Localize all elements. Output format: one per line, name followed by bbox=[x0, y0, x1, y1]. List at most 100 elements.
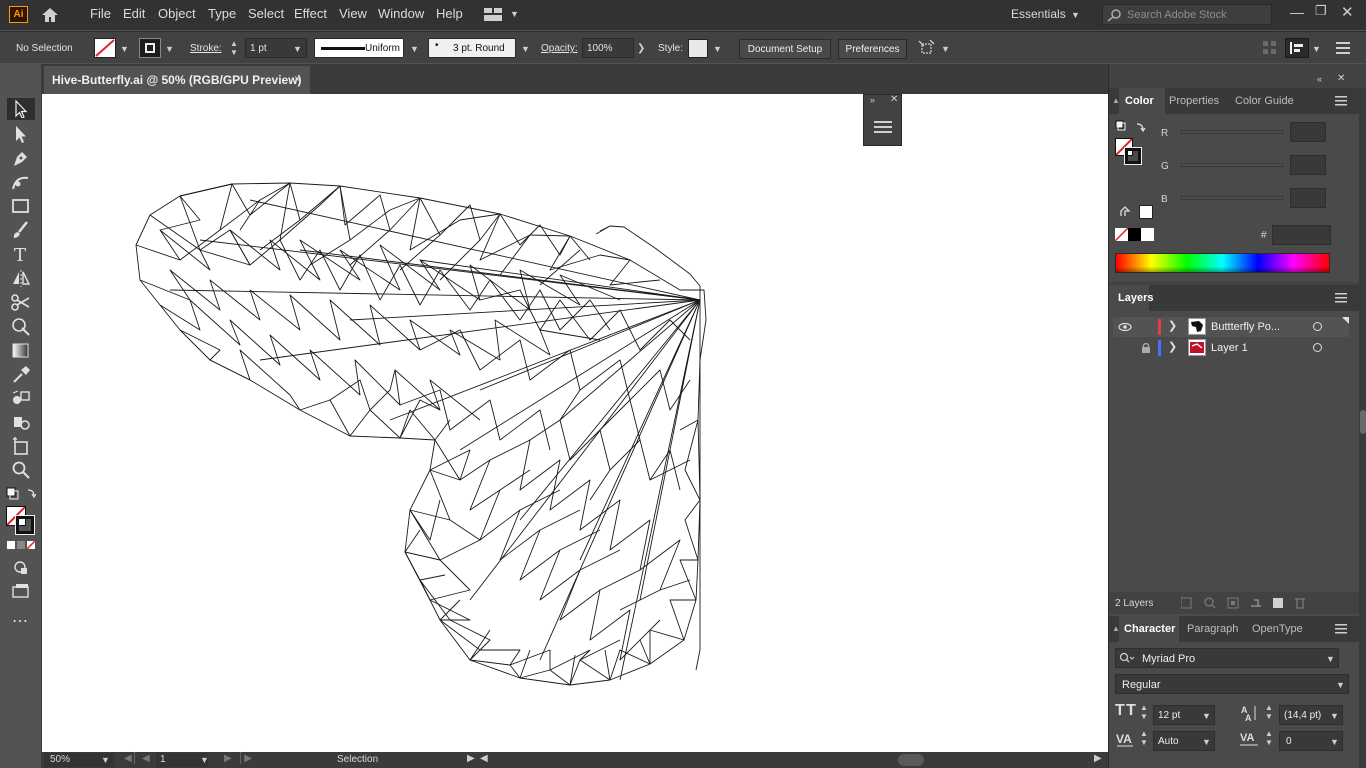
direct-selection-tool[interactable] bbox=[10, 124, 32, 144]
green-slider[interactable] bbox=[1181, 163, 1283, 167]
tracking-stepper[interactable]: ▲ ▼ bbox=[1265, 729, 1273, 747]
tracking-field[interactable]: 0 ▼ bbox=[1279, 731, 1343, 751]
leading-field[interactable]: (14,4 pt) ▼ bbox=[1279, 705, 1343, 725]
brush-definition[interactable]: • 3 pt. Round bbox=[428, 38, 516, 58]
artboard-tool[interactable] bbox=[10, 436, 32, 456]
stroke-color-swatch[interactable] bbox=[15, 515, 35, 535]
selection-tool[interactable] bbox=[7, 98, 35, 120]
document-setup-button[interactable]: Document Setup bbox=[739, 39, 831, 59]
target-icon[interactable] bbox=[1313, 322, 1322, 331]
graphic-style-swatch[interactable] bbox=[688, 39, 708, 58]
kerning-stepper[interactable]: ▲ ▼ bbox=[1140, 729, 1148, 747]
chevron-down-icon[interactable]: ▼ bbox=[200, 755, 209, 765]
red-value-field[interactable] bbox=[1290, 122, 1326, 142]
rectangle-tool[interactable] bbox=[10, 196, 32, 216]
chevron-down-icon[interactable]: ▼ bbox=[120, 44, 129, 54]
chevron-down-icon[interactable]: ▼ bbox=[101, 755, 110, 765]
layer-name[interactable]: Buttterfly Po... bbox=[1211, 321, 1280, 333]
layer-action-icons[interactable] bbox=[1181, 596, 1321, 610]
home-icon[interactable] bbox=[40, 6, 60, 24]
color-mode-icons[interactable] bbox=[7, 541, 37, 551]
close-window-button[interactable]: ✕ bbox=[1341, 3, 1354, 21]
chevron-down-icon[interactable]: ▼ bbox=[1202, 737, 1211, 747]
layer-row[interactable]: ❯ Layer 1 bbox=[1113, 338, 1349, 358]
document-tab[interactable]: Hive-Butterfly.ai @ 50% (RGB/GPU Preview… bbox=[44, 66, 310, 94]
menu-object[interactable]: Object bbox=[158, 6, 196, 21]
chevron-down-icon[interactable]: ▼ bbox=[1336, 680, 1345, 690]
eye-icon[interactable] bbox=[1118, 322, 1132, 332]
workspace-switcher[interactable]: Essentials bbox=[1011, 7, 1066, 21]
font-size-stepper[interactable]: ▲ ▼ bbox=[1140, 703, 1148, 721]
close-dock-icon[interactable]: ✕ bbox=[1337, 73, 1345, 84]
artboard-canvas[interactable] bbox=[42, 94, 1108, 752]
blend-tool[interactable] bbox=[10, 388, 32, 408]
expand-layer-icon[interactable]: ❯ bbox=[1168, 319, 1177, 332]
panel-menu-icon[interactable] bbox=[1335, 293, 1347, 303]
scroll-left-arrow[interactable]: ◀ bbox=[480, 753, 488, 764]
more-tools-icon[interactable]: ⋯ bbox=[12, 611, 29, 631]
screen-mode-icon[interactable] bbox=[11, 583, 31, 599]
target-icon[interactable] bbox=[1313, 343, 1322, 352]
collapse-dock-icon[interactable]: « bbox=[1317, 74, 1322, 84]
close-panel-icon[interactable]: ✕ bbox=[890, 94, 898, 105]
out-of-gamut-icon[interactable] bbox=[1119, 206, 1131, 218]
quick-swatches[interactable] bbox=[1114, 227, 1155, 242]
chevron-down-icon[interactable]: ▼ bbox=[713, 44, 722, 54]
gradient-tool[interactable] bbox=[10, 340, 32, 360]
scissors-tool[interactable] bbox=[10, 292, 32, 312]
menu-window[interactable]: Window bbox=[378, 6, 424, 21]
leading-stepper[interactable]: ▲ ▼ bbox=[1265, 703, 1273, 721]
preferences-button[interactable]: Preferences bbox=[838, 39, 907, 59]
tab-color[interactable]: Color bbox=[1119, 88, 1165, 114]
paintbrush-tool[interactable] bbox=[10, 220, 32, 240]
chevron-down-icon[interactable]: ▼ bbox=[410, 44, 419, 54]
chevron-down-icon[interactable]: ▼ bbox=[510, 9, 519, 19]
chevron-down-icon[interactable]: ▼ bbox=[941, 44, 950, 54]
dock-scrollbar-thumb[interactable] bbox=[1360, 410, 1366, 434]
panel-menu-icon[interactable] bbox=[1335, 624, 1347, 634]
chevron-down-icon[interactable]: ▼ bbox=[1202, 711, 1211, 721]
opacity-field[interactable]: 100% bbox=[582, 38, 634, 58]
font-family-field[interactable]: Myriad Pro ▼ bbox=[1115, 648, 1339, 668]
hex-value-field[interactable] bbox=[1272, 225, 1331, 245]
stroke-color-swatch[interactable] bbox=[1124, 147, 1142, 165]
default-fill-stroke-icon[interactable] bbox=[6, 487, 36, 501]
menu-file[interactable]: File bbox=[90, 6, 111, 21]
type-tool[interactable]: T bbox=[10, 244, 32, 266]
blue-value-field[interactable] bbox=[1290, 188, 1326, 208]
web-safe-swatch[interactable] bbox=[1139, 205, 1153, 219]
chevron-down-icon[interactable]: ▼ bbox=[1330, 711, 1339, 721]
tab-character[interactable]: Character bbox=[1119, 616, 1179, 642]
pen-tool[interactable] bbox=[10, 148, 32, 168]
status-menu-arrow[interactable]: ▶ bbox=[467, 753, 475, 764]
previous-artboard-button[interactable]: ◀ bbox=[142, 753, 150, 764]
chevron-down-icon[interactable]: ▼ bbox=[521, 44, 530, 54]
align-grid-icon[interactable] bbox=[1263, 41, 1277, 55]
menu-help[interactable]: Help bbox=[436, 6, 463, 21]
chevron-down-icon[interactable]: ▼ bbox=[165, 44, 174, 54]
symbol-sprayer-tool[interactable] bbox=[10, 412, 32, 432]
color-spectrum[interactable] bbox=[1115, 253, 1330, 273]
drawing-mode-icon[interactable] bbox=[12, 559, 30, 575]
butterfly-wing-artwork[interactable] bbox=[42, 94, 1108, 752]
font-size-field[interactable]: 12 pt ▼ bbox=[1153, 705, 1215, 725]
red-slider[interactable] bbox=[1181, 130, 1283, 134]
first-artboard-button[interactable]: ◀│ bbox=[124, 753, 138, 764]
reflect-tool[interactable] bbox=[10, 268, 32, 288]
menu-view[interactable]: View bbox=[339, 6, 367, 21]
panel-menu-icon[interactable] bbox=[1336, 41, 1350, 55]
chevron-down-icon[interactable]: ▼ bbox=[1330, 737, 1339, 747]
menu-select[interactable]: Select bbox=[248, 6, 284, 21]
panel-menu-icon[interactable] bbox=[874, 120, 892, 134]
chevron-down-icon[interactable]: ▼ bbox=[1312, 44, 1321, 54]
menu-type[interactable]: Type bbox=[208, 6, 236, 21]
font-style-field[interactable]: Regular ▼ bbox=[1115, 674, 1349, 694]
tab-layers[interactable]: Layers bbox=[1109, 285, 1153, 311]
chevron-down-icon[interactable]: ▼ bbox=[1326, 654, 1335, 664]
layer-row[interactable]: ❯ Buttterfly Po... bbox=[1113, 317, 1349, 337]
horizontal-scrollbar-thumb[interactable] bbox=[898, 754, 924, 766]
tab-properties[interactable]: Properties bbox=[1167, 88, 1233, 114]
chevron-down-icon[interactable]: ▼ bbox=[293, 44, 302, 54]
opacity-arrow-icon[interactable]: ❯ bbox=[637, 43, 645, 54]
arrange-documents-icon[interactable] bbox=[484, 8, 502, 21]
